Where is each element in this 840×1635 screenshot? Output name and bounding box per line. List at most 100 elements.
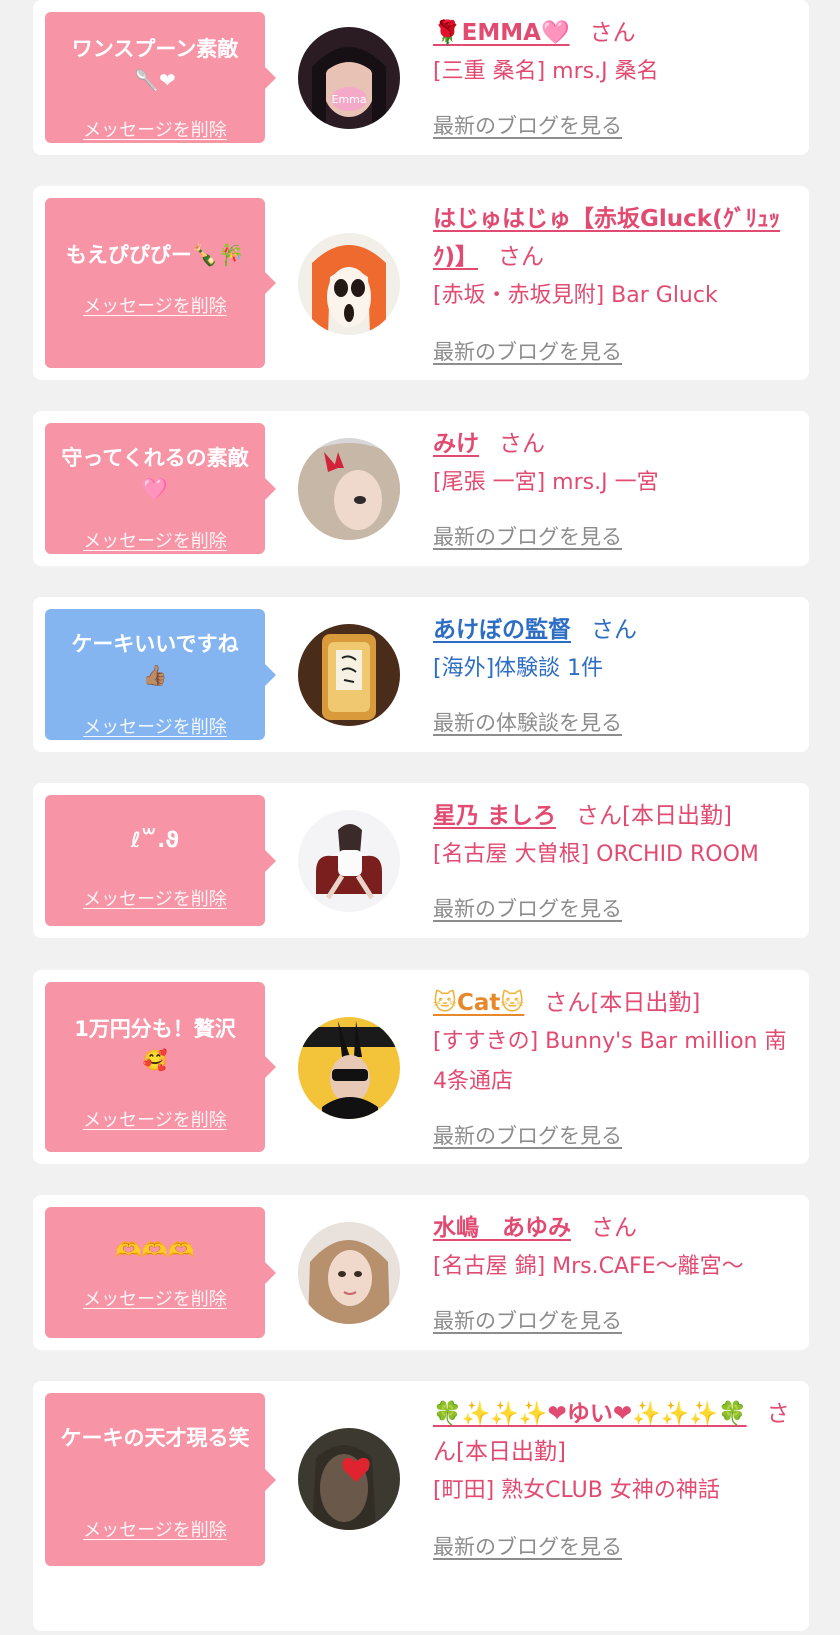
avatar[interactable] bbox=[298, 438, 400, 540]
cat-icon: 🐱 bbox=[500, 990, 525, 1016]
sender-name-line: 星乃 ましろ さん[本日出勤] bbox=[433, 797, 799, 835]
sender-name-link[interactable]: 🐱Cat🐱 bbox=[433, 990, 524, 1016]
message-card: 1万円分も！贅沢 🥰 メッセージを削除 🐱Cat🐱 さん[本日出勤] [すすきの]… bbox=[33, 970, 809, 1164]
message-text: 守ってくれるの素敵🩷 bbox=[61, 446, 249, 501]
message-text: ケーキの天才現る笑 bbox=[60, 1426, 250, 1450]
honorific: さん bbox=[591, 1215, 637, 1241]
sender-name-link[interactable]: 星乃 ましろ bbox=[433, 803, 556, 829]
message-card: ケーキの天才現る笑 メッセージを削除 🍀✨✨✨❤ゆい❤✨✨✨🍀 さん[本日出勤] … bbox=[33, 1381, 809, 1631]
sender-name: EMMA bbox=[461, 20, 541, 46]
latest-blog-link[interactable]: 最新のブログを見る bbox=[433, 110, 622, 140]
shop-info: [名古屋 大曽根] ORCHID ROOM bbox=[433, 842, 759, 867]
rose-icon: 🌹 bbox=[433, 20, 462, 46]
latest-blog-link[interactable]: 最新のブログを見る bbox=[433, 1120, 622, 1150]
sender-name-link[interactable]: 🌹EMMA🩷 bbox=[433, 20, 570, 46]
sender-info: 🐱Cat🐱 さん[本日出勤] [すすきの] Bunny's Bar million… bbox=[433, 984, 799, 1102]
delete-message-link[interactable]: メッセージを削除 bbox=[45, 527, 265, 553]
avatar[interactable]: Emma bbox=[298, 27, 400, 129]
sender-info: 星乃 ましろ さん[本日出勤] [名古屋 大曽根] ORCHID ROOM bbox=[433, 797, 799, 875]
honorific: さん bbox=[576, 803, 623, 829]
sender-info: はじゅはじゅ【赤坂Gluck(ｸﾞﾘｭｯｸ)】 さん [赤坂・赤坂見附] Bar … bbox=[433, 200, 799, 316]
message-bubble: ワンスプーン素敵 🥄❤ メッセージを削除 bbox=[45, 12, 276, 143]
delete-message-link[interactable]: メッセージを削除 bbox=[45, 1106, 265, 1132]
message-card: ℓ꒳.ϑ メッセージを削除 星乃 ましろ さん[本日出勤] [名古屋 大曽根] O… bbox=[33, 783, 809, 938]
message-card: ケーキいいですね 👍🏽 メッセージを削除 あけぼの監督 さん [海外]体験談 1件… bbox=[33, 597, 809, 752]
status-badge: [本日出勤] bbox=[590, 990, 701, 1016]
message-card: もえぴぴぴー🍾🎋 メッセージを削除 はじゅはじゅ【赤坂Gluck(ｸﾞﾘｭｯｸ)… bbox=[33, 186, 809, 380]
delete-message-link[interactable]: メッセージを削除 bbox=[45, 116, 265, 142]
shop-info: [三重 桑名] mrs.J 桑名 bbox=[433, 59, 659, 84]
latest-blog-link[interactable]: 最新のブログを見る bbox=[433, 893, 622, 923]
review-count: [海外]体験談 1件 bbox=[433, 656, 604, 681]
sender-name-link[interactable]: みけ bbox=[433, 431, 479, 457]
message-card: ワンスプーン素敵 🥄❤ メッセージを削除 Emma 🌹EMMA🩷 さん [三重 桑… bbox=[33, 0, 809, 155]
sender-name-link[interactable]: あけぼの監督 bbox=[433, 617, 571, 643]
sender-name-line: 🌹EMMA🩷 さん bbox=[433, 14, 799, 52]
cat-icon: 🐱 bbox=[433, 990, 457, 1016]
message-bubble: 守ってくれるの素敵🩷 メッセージを削除 bbox=[45, 423, 276, 554]
message-text: ℓ꒳.ϑ bbox=[130, 828, 180, 852]
message-text: ケーキいいですね 👍🏽 bbox=[53, 629, 257, 691]
sender-info: 水嶋 あゆみ さん [名古屋 錦] Mrs.CAFE〜離宮〜 bbox=[433, 1209, 799, 1287]
sender-name-link[interactable]: はじゅはじゅ【赤坂Gluck(ｸﾞﾘｭｯｸ)】 bbox=[433, 206, 780, 270]
honorific: さん bbox=[498, 244, 545, 270]
honorific: さん bbox=[544, 990, 591, 1016]
honorific: さん bbox=[589, 20, 636, 46]
shop-info: [名古屋 錦] Mrs.CAFE〜離宮〜 bbox=[433, 1254, 744, 1279]
shop-info: [赤坂・赤坂見附] Bar Gluck bbox=[433, 283, 718, 308]
message-line: ワンスプーン素敵 bbox=[71, 37, 239, 61]
status-badge: [本日出勤] bbox=[456, 1439, 566, 1465]
smiling-face-hearts-icon: 🥰 bbox=[142, 1048, 168, 1072]
sender-name-line: 🍀✨✨✨❤ゆい❤✨✨✨🍀 さん[本日出勤] bbox=[433, 1395, 799, 1471]
honorific: さん bbox=[591, 617, 637, 643]
avatar[interactable] bbox=[298, 233, 400, 335]
avatar[interactable] bbox=[298, 1428, 400, 1530]
message-bubble: ケーキいいですね 👍🏽 メッセージを削除 bbox=[45, 609, 276, 740]
sender-name-link[interactable]: 🍀✨✨✨❤ゆい❤✨✨✨🍀 bbox=[433, 1401, 747, 1427]
message-line: 1万円分も！贅沢 bbox=[74, 1017, 236, 1041]
avatar[interactable] bbox=[298, 1017, 400, 1119]
sender-name-line: 水嶋 あゆみ さん bbox=[433, 1209, 799, 1247]
avatar[interactable] bbox=[298, 810, 400, 912]
sender-name-line: 🐱Cat🐱 さん[本日出勤] bbox=[433, 984, 799, 1022]
status-badge: [本日出勤] bbox=[622, 803, 732, 829]
delete-message-link[interactable]: メッセージを削除 bbox=[45, 292, 265, 318]
message-bubble: ℓ꒳.ϑ メッセージを削除 bbox=[45, 795, 276, 926]
shop-info: [すすきの] Bunny's Bar million 南4条通店 bbox=[433, 1029, 787, 1094]
sender-info: 🍀✨✨✨❤ゆい❤✨✨✨🍀 さん[本日出勤] [町田] 熟女CLUB 女神の神話 bbox=[433, 1395, 799, 1511]
sender-name-line: はじゅはじゅ【赤坂Gluck(ｸﾞﾘｭｯｸ)】 さん bbox=[433, 200, 799, 276]
message-text: ワンスプーン素敵 🥄❤ bbox=[53, 34, 257, 96]
thumbs-up-icon: 👍🏽 bbox=[142, 663, 168, 687]
message-bubble: 1万円分も！贅沢 🥰 メッセージを削除 bbox=[45, 982, 276, 1152]
shop-info: [尾張 一宮] mrs.J 一宮 bbox=[433, 470, 659, 495]
latest-blog-link[interactable]: 最新のブログを見る bbox=[433, 521, 622, 551]
avatar[interactable] bbox=[298, 1222, 400, 1324]
sender-name-line: あけぼの監督 さん bbox=[433, 611, 799, 649]
message-text: もえぴぴぴー🍾🎋 bbox=[65, 243, 245, 267]
avatar-badge-text: Emma bbox=[331, 93, 366, 106]
latest-blog-link[interactable]: 最新のブログを見る bbox=[433, 336, 622, 366]
delete-message-link[interactable]: メッセージを削除 bbox=[45, 1516, 265, 1542]
sender-info: 🌹EMMA🩷 さん [三重 桑名] mrs.J 桑名 bbox=[433, 14, 799, 92]
message-line: ケーキいいですね bbox=[71, 632, 239, 656]
latest-review-link[interactable]: 最新の体験談を見る bbox=[433, 707, 622, 737]
message-bubble: ケーキの天才現る笑 メッセージを削除 bbox=[45, 1393, 276, 1566]
sender-name-line: みけ さん bbox=[433, 425, 799, 463]
sender-info: みけ さん [尾張 一宮] mrs.J 一宮 bbox=[433, 425, 799, 503]
message-emoji: 🥄❤ bbox=[134, 68, 176, 92]
message-text: 1万円分も！贅沢 🥰 bbox=[53, 1014, 257, 1076]
avatar[interactable] bbox=[298, 624, 400, 726]
message-bubble: 🫶🫶🫶 メッセージを削除 bbox=[45, 1207, 276, 1338]
delete-message-link[interactable]: メッセージを削除 bbox=[45, 885, 265, 911]
delete-message-link[interactable]: メッセージを削除 bbox=[45, 1285, 265, 1311]
sender-name-link[interactable]: 水嶋 あゆみ bbox=[433, 1215, 571, 1241]
message-bubble: もえぴぴぴー🍾🎋 メッセージを削除 bbox=[45, 198, 276, 368]
pink-heart-icon: 🩷 bbox=[540, 20, 570, 46]
sender-name: Cat bbox=[456, 990, 501, 1016]
sender-info: あけぼの監督 さん [海外]体験談 1件 bbox=[433, 611, 799, 689]
honorific: さん bbox=[499, 431, 545, 457]
latest-blog-link[interactable]: 最新のブログを見る bbox=[433, 1305, 622, 1335]
shop-info: [町田] 熟女CLUB 女神の神話 bbox=[433, 1478, 720, 1503]
latest-blog-link[interactable]: 最新のブログを見る bbox=[433, 1531, 622, 1561]
delete-message-link[interactable]: メッセージを削除 bbox=[45, 713, 265, 739]
